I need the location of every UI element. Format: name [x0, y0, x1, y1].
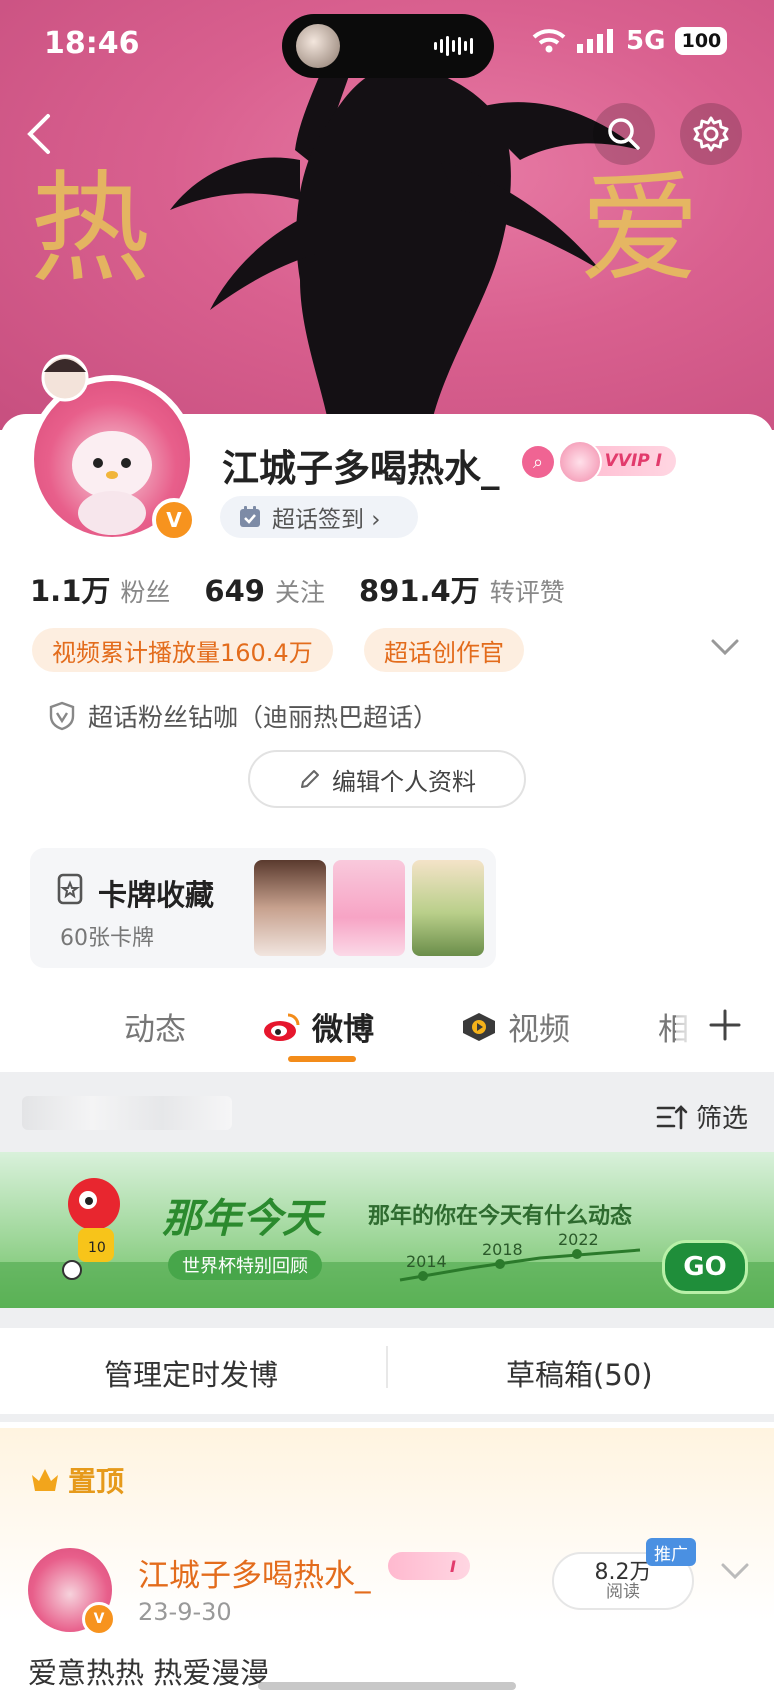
crown-icon	[32, 1469, 58, 1491]
card-thumbnail[interactable]	[333, 860, 405, 956]
edit-profile-button[interactable]: 编辑个人资料	[248, 750, 526, 808]
chevron-down-icon	[711, 639, 739, 656]
filter-label: 筛选	[696, 1104, 749, 1134]
promo-year: 2014	[406, 1252, 447, 1271]
tab-video[interactable]: 视频	[460, 1004, 570, 1049]
svg-text:10: 10	[88, 1240, 106, 1256]
island-media-thumbnail	[296, 24, 340, 68]
checkin-label: 超话签到 ›	[272, 507, 381, 533]
post-text: 爱意热热 热爱漫漫	[28, 1656, 270, 1690]
pinned-label: 置顶	[68, 1465, 125, 1498]
creator-tag[interactable]: 超话创作官	[364, 628, 524, 672]
search-icon	[608, 118, 640, 150]
card-collection-title: 卡牌收藏	[98, 878, 215, 912]
battery-icon: 100	[675, 27, 728, 55]
read-count-label: 阅读	[606, 1581, 640, 1602]
stat-label: 粉丝	[120, 578, 171, 607]
search-button[interactable]	[593, 103, 655, 165]
tab-active-indicator	[288, 1056, 356, 1062]
home-indicator[interactable]	[258, 1682, 516, 1690]
back-button[interactable]	[24, 104, 74, 164]
post-author-badge: I	[388, 1552, 470, 1580]
drafts-button[interactable]: 草稿箱(50)	[506, 1352, 653, 1394]
edit-profile-label: 编辑个人资料	[332, 767, 476, 796]
wifi-icon	[532, 29, 566, 53]
scheduled-posts-button[interactable]: 管理定时发博	[104, 1352, 278, 1394]
mascot-icon: 10	[58, 1170, 138, 1282]
promote-badge[interactable]: 推广	[646, 1538, 696, 1566]
card-collection-icon	[56, 872, 86, 910]
stat-followers[interactable]: 1.1万 粉丝	[30, 568, 170, 610]
audio-wave-icon	[434, 36, 473, 56]
calendar-check-icon	[240, 506, 260, 527]
avatar-decoration	[30, 350, 100, 410]
pinned-label-row: 置顶	[30, 1460, 124, 1500]
expand-tags-button[interactable]	[710, 636, 740, 662]
tab-weibo[interactable]: 微博	[262, 1004, 374, 1049]
video-icon	[463, 1012, 495, 1041]
verified-badge-icon: V	[152, 498, 196, 542]
cellular-signal-icon	[577, 29, 613, 53]
promo-tag: 世界杯特别回顾	[168, 1250, 322, 1280]
verified-badge-icon: V	[82, 1602, 116, 1636]
stat-likes[interactable]: 891.4万 转评赞	[359, 568, 565, 610]
video-plays-tag[interactable]: 视频累计播放量160.4万	[32, 628, 333, 672]
stat-number: 649	[204, 574, 265, 608]
chevron-left-icon	[27, 114, 50, 154]
stat-following[interactable]: 649 关注	[204, 573, 325, 609]
status-time: 18:46	[44, 26, 140, 61]
vip-mascot-icon	[558, 440, 602, 484]
tab-weibo-label: 微博	[312, 1012, 374, 1048]
chevron-down-icon	[721, 1563, 749, 1580]
profile-stats: 1.1万 粉丝 649 关注 891.4万 转评赞	[30, 568, 565, 610]
post-date: 23-9-30	[138, 1598, 232, 1626]
weibo-logo-icon	[264, 1013, 300, 1041]
add-tab-button[interactable]	[676, 990, 774, 1060]
tab-video-label: 视频	[508, 1012, 570, 1048]
settings-button[interactable]	[680, 103, 742, 165]
blurred-filter-chips	[22, 1096, 232, 1130]
card-collection-count: 60张卡牌	[60, 926, 154, 951]
filter-icon	[656, 1104, 688, 1129]
pencil-icon	[301, 770, 319, 788]
filter-button[interactable]: 筛选	[656, 1098, 748, 1135]
status-indicators: 5G 100	[532, 26, 728, 56]
promo-go-button[interactable]: GO	[662, 1240, 748, 1294]
promo-title: 那年今天	[162, 1196, 322, 1242]
divider	[386, 1346, 388, 1388]
plus-icon	[709, 1009, 741, 1041]
promo-year: 2018	[482, 1240, 523, 1259]
stat-number: 1.1万	[30, 574, 111, 608]
magnify-badge-icon[interactable]: ⌕	[522, 446, 554, 478]
cover-text-left: 热	[30, 160, 150, 299]
profile-name: 江城子多喝热水_	[222, 447, 500, 490]
card-thumbnail[interactable]	[412, 860, 484, 956]
tab-dynamic[interactable]: 动态	[124, 1004, 186, 1049]
read-count: 8.2万	[594, 1559, 652, 1585]
gear-icon	[693, 116, 729, 152]
card-thumbnail[interactable]	[254, 860, 326, 956]
post-author-name[interactable]: 江城子多喝热水_	[138, 1550, 371, 1595]
shield-icon	[49, 701, 75, 731]
fan-level-row[interactable]: 超话粉丝钻咖（迪丽热巴超话）	[48, 698, 438, 734]
supertopic-checkin-button[interactable]: 超话签到 ›	[220, 496, 418, 538]
post-menu-button[interactable]	[720, 1560, 750, 1586]
promo-year: 2022	[558, 1230, 599, 1249]
stat-number: 891.4万	[358, 574, 480, 608]
dynamic-island[interactable]	[282, 14, 494, 78]
stat-label: 转评赞	[489, 578, 565, 607]
network-type: 5G	[626, 26, 666, 56]
cover-text-right: 爱	[580, 160, 700, 299]
stat-label: 关注	[274, 578, 325, 607]
fan-level-text: 超话粉丝钻咖（迪丽热巴超话）	[88, 703, 439, 732]
promo-subtitle: 那年的你在今天有什么动态	[368, 1204, 633, 1229]
